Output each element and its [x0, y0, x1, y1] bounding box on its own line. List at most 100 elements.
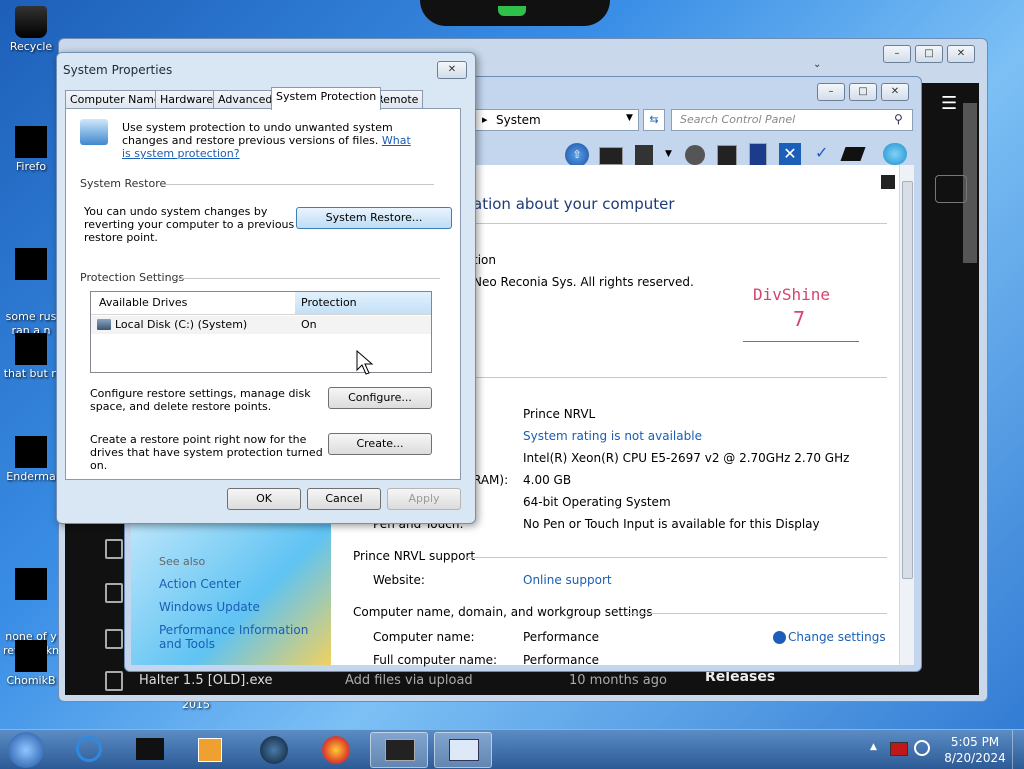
phone-icon[interactable]	[749, 143, 767, 167]
clock[interactable]: 5:05 PM 8/20/2024	[940, 734, 1010, 766]
app-icon	[15, 640, 47, 672]
close-button[interactable]: ✕	[881, 83, 909, 101]
table-row[interactable]: Local Disk (C:) (System) On	[91, 316, 431, 334]
search-input[interactable]: Search Control Panel ⚲	[671, 109, 913, 131]
column-header-protection[interactable]: Protection	[295, 292, 431, 315]
see-also-performance[interactable]: Performance Information and Tools	[159, 623, 329, 651]
scrollbar[interactable]	[899, 165, 914, 665]
divider	[162, 184, 434, 185]
help-small-icon[interactable]	[881, 175, 895, 189]
system-protection-panel: Use system protection to undo unwanted s…	[65, 108, 461, 480]
full-name-value: Performance	[523, 653, 600, 667]
chevron-down-icon[interactable]: ▼	[626, 113, 633, 123]
see-also-windows-update[interactable]: Windows Update	[159, 600, 260, 614]
tab-system-protection[interactable]: System Protection	[271, 87, 382, 110]
taskbar-app[interactable]	[122, 732, 178, 766]
logo-text: DivShine	[753, 285, 831, 304]
full-name-label: Full computer name:	[373, 653, 498, 667]
desktop-icon-app-1[interactable]: Enderma	[0, 436, 62, 483]
tab-hardware[interactable]: Hardware	[155, 90, 219, 109]
desktop-icon-file-2[interactable]: that but n	[0, 333, 62, 380]
cancel-button[interactable]: Cancel	[307, 488, 381, 510]
desktop-icon-label: Firefo	[15, 160, 47, 173]
menu-icon[interactable]: ☰	[941, 93, 957, 114]
intro-body: Use system protection to undo unwanted s…	[122, 121, 393, 147]
address-text: System	[496, 113, 541, 127]
file-icon	[15, 568, 47, 600]
show-hidden-icons[interactable]: ▲	[870, 742, 877, 752]
taskbar-ie[interactable]	[62, 732, 118, 766]
tag-icon[interactable]	[840, 147, 866, 161]
window-icon[interactable]	[599, 147, 623, 165]
search-icon[interactable]: ⚲	[894, 112, 903, 126]
minimize-button[interactable]: –	[817, 83, 845, 101]
device-icon[interactable]	[635, 145, 653, 165]
desktop-icon-recycle[interactable]: Recycle	[0, 6, 62, 53]
desktop-gadget	[420, 0, 610, 26]
taskbar-firefox[interactable]	[308, 732, 364, 766]
change-settings-link[interactable]: Change settings	[788, 630, 886, 644]
maximize-button[interactable]: □	[915, 45, 943, 63]
divider	[625, 613, 887, 614]
close-button[interactable]: ✕	[437, 61, 467, 79]
drives-list[interactable]: Available Drives Protection Local Disk (…	[90, 291, 432, 373]
shield-icon	[773, 631, 786, 644]
minimize-button[interactable]: –	[883, 45, 911, 63]
system-properties-dialog[interactable]: System Properties ✕ Computer Name Hardwa…	[56, 52, 476, 524]
ram-value: 4.00 GB	[523, 473, 572, 487]
ok-button[interactable]: OK	[227, 488, 301, 510]
help-icon[interactable]	[883, 143, 907, 165]
network-icon[interactable]	[914, 740, 930, 756]
browser-button[interactable]	[935, 175, 967, 203]
chevron-down-icon[interactable]: ▼	[665, 149, 672, 159]
online-support-link[interactable]: Online support	[523, 573, 612, 587]
close-x-icon[interactable]: ✕	[779, 143, 801, 165]
create-button[interactable]: Create...	[328, 433, 432, 455]
desktop-icon-label: Recycle	[9, 40, 53, 53]
file-icon	[105, 539, 123, 559]
file-row-message[interactable]: Add files via upload	[345, 673, 473, 688]
checkmark-icon[interactable]: ✓	[815, 143, 828, 162]
close-button[interactable]: ✕	[947, 45, 975, 63]
desktop-icon-firefox[interactable]: Firefo	[0, 126, 62, 173]
camera-icon[interactable]	[685, 145, 705, 165]
refresh-icon[interactable]: ⇆	[643, 109, 665, 131]
apply-button[interactable]: Apply	[387, 488, 461, 510]
tab-advanced[interactable]: Advanced	[213, 90, 278, 109]
intro-text: Use system protection to undo unwanted s…	[122, 121, 422, 160]
system-restore-button[interactable]: System Restore...	[296, 207, 452, 229]
copyright-text: Neo Reconia Sys. All rights reserved.	[473, 275, 694, 289]
start-button[interactable]	[8, 732, 44, 768]
chevron-down-icon[interactable]: ⌄	[813, 59, 821, 70]
see-also-action-center[interactable]: Action Center	[159, 577, 241, 591]
search-placeholder: Search Control Panel	[680, 113, 796, 126]
taskbar-system[interactable]	[434, 732, 492, 768]
create-text: Create a restore point right now for the…	[90, 433, 323, 472]
tray-app-icon[interactable]	[890, 742, 908, 756]
column-header-drives[interactable]: Available Drives	[91, 292, 296, 315]
manufacturer-value: Prince NRVL	[523, 407, 596, 421]
taskbar-globe[interactable]	[246, 732, 302, 766]
copy-icon[interactable]	[717, 145, 737, 167]
up-arrow-icon[interactable]: ⇧	[565, 143, 589, 167]
rating-value[interactable]: System rating is not available	[523, 429, 702, 443]
gadget-light-icon	[498, 6, 526, 16]
configure-button[interactable]: Configure...	[328, 387, 432, 409]
file-row-name[interactable]: Halter 1.5 [OLD].exe	[139, 673, 273, 688]
name-section-heading: Computer name, domain, and workgroup set…	[353, 605, 653, 619]
clock-date: 8/20/2024	[944, 751, 1006, 765]
logo-underline	[743, 341, 859, 342]
address-bar[interactable]: ▸ System ▼	[475, 109, 639, 131]
taskbar-media[interactable]	[182, 732, 238, 766]
scrollbar-thumb[interactable]	[902, 181, 913, 579]
show-desktop-button[interactable]	[1012, 730, 1024, 769]
maximize-button[interactable]: □	[849, 83, 877, 101]
file-row-time: 10 months ago	[569, 673, 667, 688]
taskbar: ▲ 5:05 PM 8/20/2024	[0, 729, 1024, 769]
divider	[473, 223, 887, 224]
taskbar-window[interactable]	[370, 732, 428, 768]
desktop-icon-app-2[interactable]: ChomikB	[0, 640, 62, 687]
restore-text: You can undo system changes by reverting…	[84, 205, 295, 244]
globe-icon	[260, 736, 288, 764]
tab-computer-name[interactable]: Computer Name	[65, 90, 166, 109]
